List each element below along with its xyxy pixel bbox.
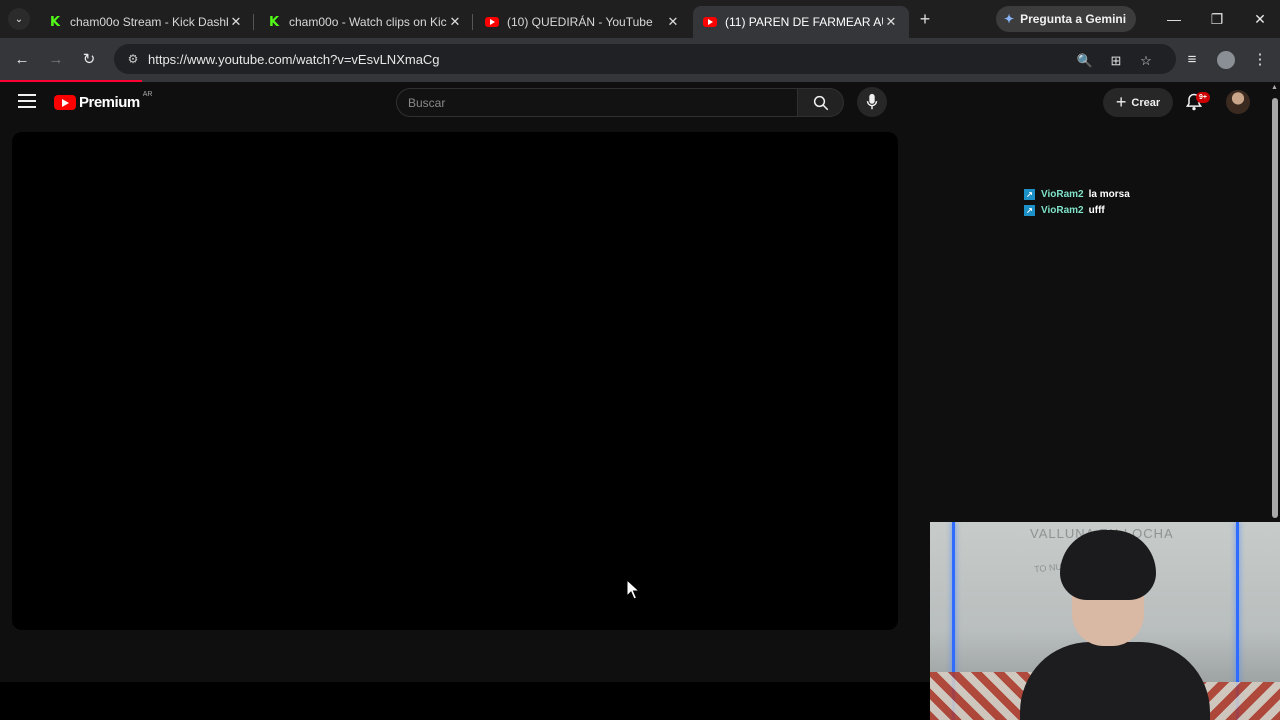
- search-input[interactable]: [408, 95, 797, 110]
- account-avatar[interactable]: [1226, 90, 1250, 114]
- browser-tab-youtube-active[interactable]: (11) PAREN DE FARMEAR AURA ✕: [693, 6, 909, 38]
- kick-icon: K: [268, 14, 280, 30]
- new-tab-button[interactable]: +: [915, 9, 935, 29]
- plus-icon: +: [1115, 92, 1127, 112]
- scrollbar-thumb[interactable]: [1272, 98, 1278, 518]
- browser-menu-button[interactable]: ⋮: [1248, 48, 1272, 72]
- chat-message: ↗ VioRam2 ufff: [1024, 202, 1130, 218]
- arrow-right-icon: →: [48, 51, 64, 68]
- forward-button[interactable]: →: [44, 48, 68, 72]
- tab-divider: [472, 14, 473, 30]
- tab-title: cham00o Stream - Kick Dashboard: [70, 15, 228, 29]
- browser-tab-kick-dashboard[interactable]: K cham00o Stream - Kick Dashboard ✕: [38, 6, 254, 38]
- kick-badge-icon: ↗: [1024, 188, 1035, 200]
- voice-search-button[interactable]: [857, 87, 887, 117]
- streamer-body: [1020, 642, 1210, 720]
- reload-button[interactable]: ↻: [77, 48, 101, 72]
- country-code: AR: [142, 91, 153, 98]
- kick-badge-icon: ↗: [1024, 204, 1035, 216]
- notification-count-badge: 9+: [1196, 92, 1210, 103]
- gemini-sparkle-icon: ✦: [1004, 12, 1015, 26]
- tab-search-menu-button[interactable]: ⌄: [8, 8, 30, 30]
- search-icon: [813, 95, 828, 110]
- youtube-header: Premium AR + Crear 9+: [0, 82, 1270, 124]
- youtube-icon: [703, 17, 717, 27]
- more-vertical-icon: ⋮: [1252, 51, 1268, 68]
- search-box[interactable]: [396, 88, 798, 117]
- bottom-black-strip: [0, 682, 930, 720]
- install-app-icon[interactable]: ⊞: [1105, 50, 1127, 72]
- search-button[interactable]: [798, 88, 844, 117]
- back-button[interactable]: ←: [10, 48, 34, 72]
- streamer-hair: [1060, 530, 1156, 600]
- youtube-play-icon: [54, 95, 76, 110]
- chat-username: VioRam2: [1041, 188, 1084, 200]
- gemini-button[interactable]: ✦ Pregunta a Gemini: [996, 6, 1136, 32]
- close-icon[interactable]: ✕: [883, 14, 899, 30]
- browser-toolbar: ← → ↻ ⚙ https://www.youtube.com/watch?v=…: [0, 38, 1280, 82]
- video-player[interactable]: [12, 132, 898, 630]
- close-icon[interactable]: ✕: [228, 14, 244, 30]
- chat-overlay: ↗ VioRam2 la morsa ↗ VioRam2 ufff: [1024, 186, 1130, 218]
- chat-text: la morsa: [1088, 188, 1130, 200]
- page-scrollbar[interactable]: ▲: [1270, 82, 1280, 522]
- browser-tab-strip: ⌄ K cham00o Stream - Kick Dashboard ✕ K …: [0, 0, 1280, 38]
- browser-tab-kick-clips[interactable]: K cham00o - Watch clips on Kick ✕: [257, 6, 473, 38]
- address-bar[interactable]: ⚙ https://www.youtube.com/watch?v=vEsvLN…: [114, 44, 1176, 74]
- close-icon[interactable]: ✕: [447, 14, 463, 30]
- close-icon[interactable]: ✕: [665, 14, 681, 30]
- tab-title: (10) QUEDIRÁN - YouTube: [507, 15, 653, 29]
- menu-hamburger-icon[interactable]: [18, 94, 36, 108]
- profile-avatar-icon: [1217, 51, 1235, 69]
- site-settings-icon[interactable]: ⚙: [120, 52, 146, 66]
- gemini-label: Pregunta a Gemini: [1020, 12, 1127, 26]
- tab-title: (11) PAREN DE FARMEAR AURA: [725, 15, 883, 29]
- restore-button[interactable]: ❐: [1205, 8, 1229, 30]
- create-button[interactable]: + Crear: [1103, 88, 1173, 117]
- reading-list-icon: ≡: [1187, 51, 1197, 68]
- youtube-brand-text: Premium: [79, 94, 140, 111]
- browser-tab-youtube-quediran[interactable]: (10) QUEDIRÁN - YouTube ✕: [475, 6, 691, 38]
- chat-username: VioRam2: [1041, 204, 1084, 216]
- microphone-icon: [866, 93, 878, 110]
- webcam-overlay: VALLUNA EN LOCHA TO NUEVO: [930, 522, 1280, 720]
- profile-button[interactable]: [1214, 48, 1238, 72]
- bookmark-star-icon[interactable]: ☆: [1135, 50, 1157, 72]
- arrow-left-icon: ←: [14, 51, 30, 68]
- scroll-up-arrow-icon[interactable]: ▲: [1271, 84, 1278, 91]
- zoom-icon[interactable]: 🔍: [1074, 50, 1096, 72]
- youtube-logo[interactable]: Premium AR: [54, 91, 153, 111]
- reload-icon: ↻: [82, 51, 96, 68]
- youtube-icon: [485, 17, 499, 27]
- chat-text: ufff: [1088, 204, 1105, 216]
- chat-message: ↗ VioRam2 la morsa: [1024, 186, 1130, 202]
- tab-divider: [253, 14, 254, 30]
- minimize-button[interactable]: —: [1162, 8, 1186, 30]
- kick-icon: K: [49, 14, 61, 30]
- chevron-down-icon: ⌄: [14, 13, 24, 25]
- mouse-cursor-icon: [626, 579, 640, 600]
- close-window-button[interactable]: ✕: [1248, 8, 1272, 30]
- create-label: Crear: [1131, 96, 1161, 109]
- tab-title: cham00o - Watch clips on Kick: [289, 15, 447, 29]
- url-text[interactable]: https://www.youtube.com/watch?v=vEsvLNXm…: [148, 52, 440, 67]
- reading-list-button[interactable]: ≡: [1180, 48, 1204, 72]
